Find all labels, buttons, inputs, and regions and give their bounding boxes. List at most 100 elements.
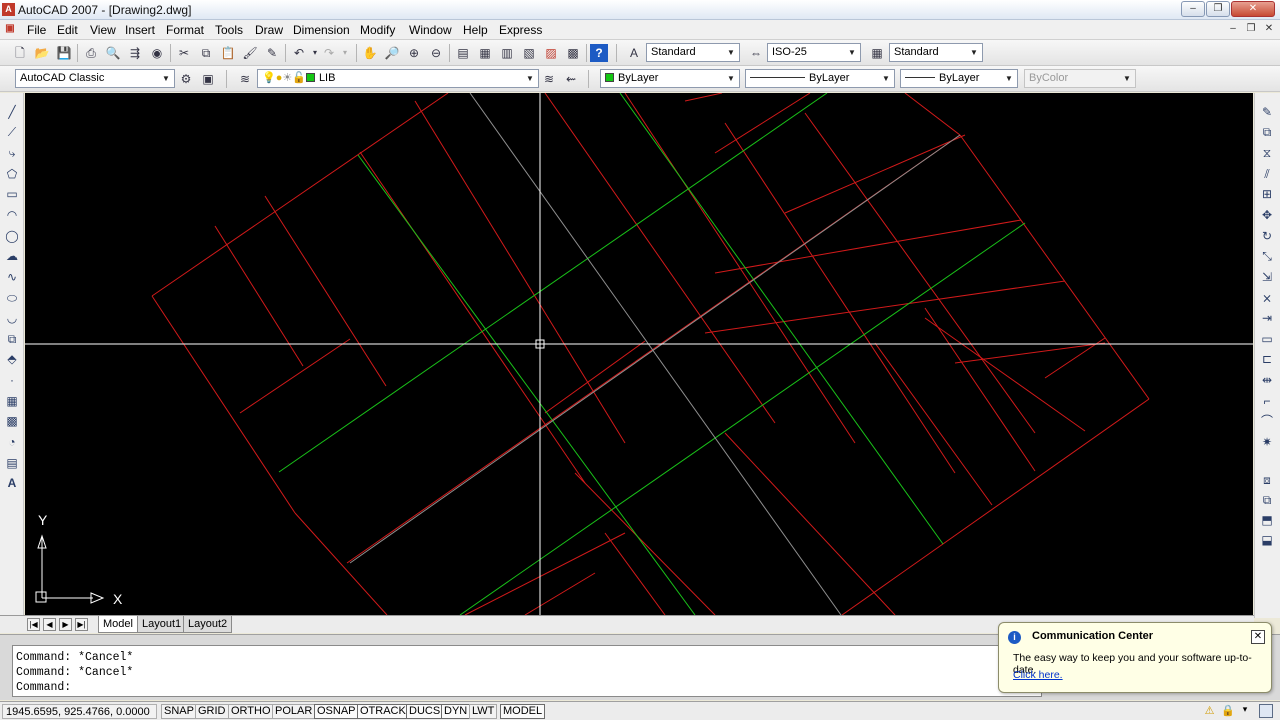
lineweight-dropdown[interactable]: ByLayer ▼	[900, 69, 1018, 88]
rotate-icon[interactable]: ↻	[1258, 227, 1276, 245]
scale-icon[interactable]: ⤡	[1258, 247, 1276, 265]
coordinates-display[interactable]: 1945.6595, 925.4766, 0.0000	[2, 704, 157, 719]
make-layer-current-icon[interactable]: ≋	[540, 70, 558, 88]
arc-icon[interactable]: ◠	[3, 206, 21, 224]
drawing-svg[interactable]: Y X	[25, 93, 1253, 615]
last-tab-button[interactable]: ▶|	[75, 618, 88, 631]
drawing-area[interactable]: Y X	[25, 93, 1253, 615]
grid-toggle[interactable]: GRID	[195, 704, 229, 719]
mirror-icon[interactable]: ⧖	[1258, 144, 1276, 162]
multiline-text-icon[interactable]: A	[3, 474, 21, 492]
osnap-toggle[interactable]: OSNAP	[314, 704, 359, 719]
revision-cloud-icon[interactable]: ☁	[3, 247, 21, 265]
break-at-point-icon[interactable]: ▭	[1258, 330, 1276, 348]
text-style-dropdown[interactable]: Standard ▼	[646, 43, 740, 62]
ducs-toggle[interactable]: DUCS	[406, 704, 444, 719]
color-dropdown[interactable]: ByLayer ▼	[600, 69, 740, 88]
menu-file[interactable]: File	[27, 23, 46, 37]
previous-tab-button[interactable]: ◀	[43, 618, 56, 631]
ortho-toggle[interactable]: ORTHO	[228, 704, 274, 719]
chamfer-icon[interactable]: ⌐	[1258, 392, 1276, 410]
draw-order-back-icon[interactable]: ⧉	[1258, 491, 1276, 509]
menu-format[interactable]: Format	[166, 23, 204, 37]
block-editor-icon[interactable]: ✎	[263, 44, 281, 62]
command-history[interactable]: Command: *Cancel* Command: *Cancel* Comm…	[12, 645, 1042, 697]
zoom-window-icon[interactable]: ⊕	[405, 44, 423, 62]
make-block-icon[interactable]: ⬘	[3, 350, 21, 368]
hatch-icon[interactable]: ▦	[3, 392, 21, 410]
polyline-icon[interactable]: ⤷	[3, 144, 21, 162]
lock-icon[interactable]: 🔒	[1221, 704, 1235, 718]
next-tab-button[interactable]: ▶	[59, 618, 72, 631]
close-balloon-button[interactable]: ✕	[1251, 630, 1265, 644]
plot-preview-icon[interactable]: 🔍	[104, 44, 122, 62]
restore-button[interactable]: ❐	[1206, 1, 1230, 17]
extend-icon[interactable]: ⇥	[1258, 309, 1276, 327]
clean-screen-icon[interactable]	[1259, 704, 1273, 718]
move-icon[interactable]: ✥	[1258, 206, 1276, 224]
menu-modify[interactable]: Modify	[360, 23, 395, 37]
dimension-style-icon[interactable]: ⇔	[747, 44, 765, 62]
explode-icon[interactable]: ✷	[1258, 433, 1276, 451]
fillet-icon[interactable]: ⌒	[1258, 412, 1276, 430]
polar-toggle[interactable]: POLAR	[272, 704, 316, 719]
menu-window[interactable]: Window	[409, 23, 452, 37]
mdi-minimize-button[interactable]: –	[1226, 23, 1240, 37]
first-tab-button[interactable]: |◀	[27, 618, 40, 631]
workspace-dropdown[interactable]: AutoCAD Classic ▼	[15, 69, 175, 88]
zoom-previous-icon[interactable]: ⊖	[427, 44, 445, 62]
ellipse-arc-icon[interactable]: ◡	[3, 309, 21, 327]
minimize-button[interactable]: –	[1181, 1, 1205, 17]
menu-draw[interactable]: Draw	[255, 23, 283, 37]
quickcalc-icon[interactable]: ▩	[564, 44, 582, 62]
design-center-icon[interactable]: ▦	[476, 44, 494, 62]
tab-model[interactable]: Model	[98, 616, 138, 633]
line-icon[interactable]: ╱	[3, 103, 21, 121]
mdi-restore-button[interactable]: ❐	[1244, 23, 1258, 37]
array-icon[interactable]: ⊞	[1258, 185, 1276, 203]
menu-help[interactable]: Help	[463, 23, 488, 37]
point-icon[interactable]: ·	[3, 371, 21, 389]
layer-previous-icon[interactable]: ⇜	[562, 70, 580, 88]
layer-dropdown[interactable]: 💡●☀🔓 LIB ▼	[257, 69, 539, 88]
trim-icon[interactable]: ⨯	[1258, 289, 1276, 307]
warning-icon[interactable]: ⚠	[1203, 704, 1216, 718]
stretch-icon[interactable]: ⇲	[1258, 268, 1276, 286]
paste-icon[interactable]: 📋	[219, 44, 237, 62]
menu-express[interactable]: Express	[499, 23, 542, 37]
status-menu-chevron-icon[interactable]: ▾	[1240, 704, 1250, 718]
table-style-icon[interactable]: ▦	[868, 44, 886, 62]
copy-object-icon[interactable]: ⧉	[1258, 123, 1276, 141]
publish-icon[interactable]: ⇶	[126, 44, 144, 62]
menu-edit[interactable]: Edit	[57, 23, 78, 37]
dimension-style-dropdown[interactable]: ISO-25 ▼	[767, 43, 861, 62]
rectangle-icon[interactable]: ▭	[3, 185, 21, 203]
sheet-set-manager-icon[interactable]: ▧	[520, 44, 538, 62]
tab-layout1[interactable]: Layout1	[137, 616, 187, 633]
spline-icon[interactable]: ∿	[3, 268, 21, 286]
command-prompt[interactable]: Command:	[16, 680, 1038, 695]
model-toggle[interactable]: MODEL	[500, 704, 546, 719]
menu-insert[interactable]: Insert	[125, 23, 155, 37]
break-icon[interactable]: ⊏	[1258, 350, 1276, 368]
linetype-dropdown[interactable]: ByLayer ▼	[745, 69, 895, 88]
tool-palettes-icon[interactable]: ▥	[498, 44, 516, 62]
close-button[interactable]: ✕	[1231, 1, 1275, 17]
pan-icon[interactable]: ✋	[361, 44, 379, 62]
draw-order-front-icon[interactable]: ⧈	[1258, 471, 1276, 489]
plot-style-dropdown[interactable]: ByColor ▼	[1024, 69, 1136, 88]
3d-dwf-icon[interactable]: ◉	[148, 44, 166, 62]
table-icon[interactable]: ▤	[3, 454, 21, 472]
open-file-icon[interactable]: 📂	[33, 44, 51, 62]
markup-set-icon[interactable]: ▨	[542, 44, 560, 62]
my-workspace-icon[interactable]: ▣	[199, 70, 217, 88]
redo-dropdown-icon[interactable]: ▾	[336, 44, 354, 62]
menu-dimension[interactable]: Dimension	[293, 23, 350, 37]
otrack-toggle[interactable]: OTRACK	[357, 704, 409, 719]
table-style-dropdown[interactable]: Standard ▼	[889, 43, 983, 62]
match-properties-icon[interactable]: 🖌	[241, 44, 259, 62]
mdi-close-button[interactable]: ✕	[1262, 23, 1276, 37]
dyn-toggle[interactable]: DYN	[441, 704, 471, 719]
construction-line-icon[interactable]: ⟋	[3, 123, 21, 141]
gradient-icon[interactable]: ▩	[3, 412, 21, 430]
